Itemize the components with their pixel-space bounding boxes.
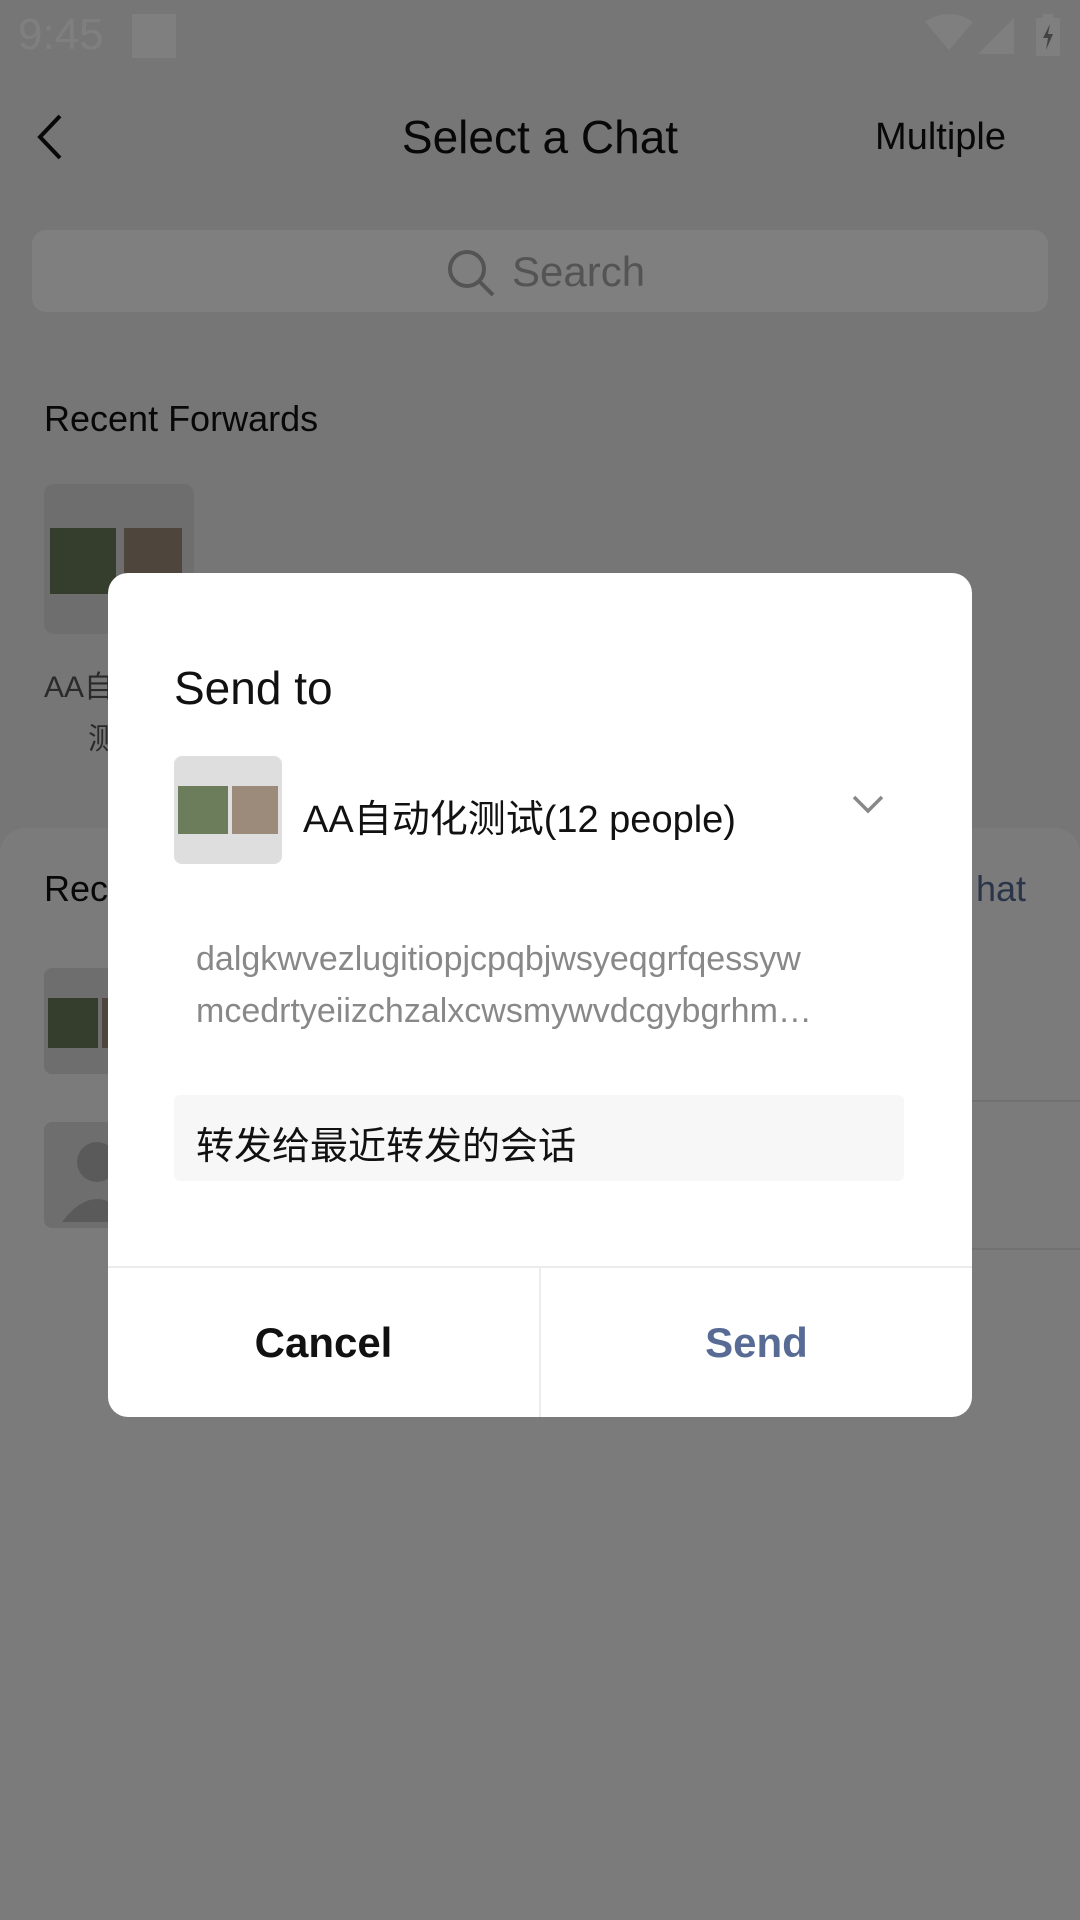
- message-preview: dalgkwvezlugitiopjcpqbjwsyeqgrfqessyw mc…: [196, 940, 812, 1030]
- chevron-down-icon[interactable]: [852, 795, 884, 815]
- group-avatar: [174, 756, 282, 864]
- cancel-button[interactable]: Cancel: [108, 1268, 539, 1417]
- send-to-dialog: Send to AA自动化测试(12 people) dalgkwvezlugi…: [108, 573, 972, 1417]
- message-input-text: 转发给最近转发的会话: [196, 1126, 577, 1168]
- dialog-title: Send to: [174, 662, 333, 714]
- group-name: AA自动化测试(12 people): [303, 799, 736, 841]
- send-button[interactable]: Send: [541, 1268, 972, 1417]
- message-input[interactable]: 转发给最近转发的会话: [174, 1095, 904, 1181]
